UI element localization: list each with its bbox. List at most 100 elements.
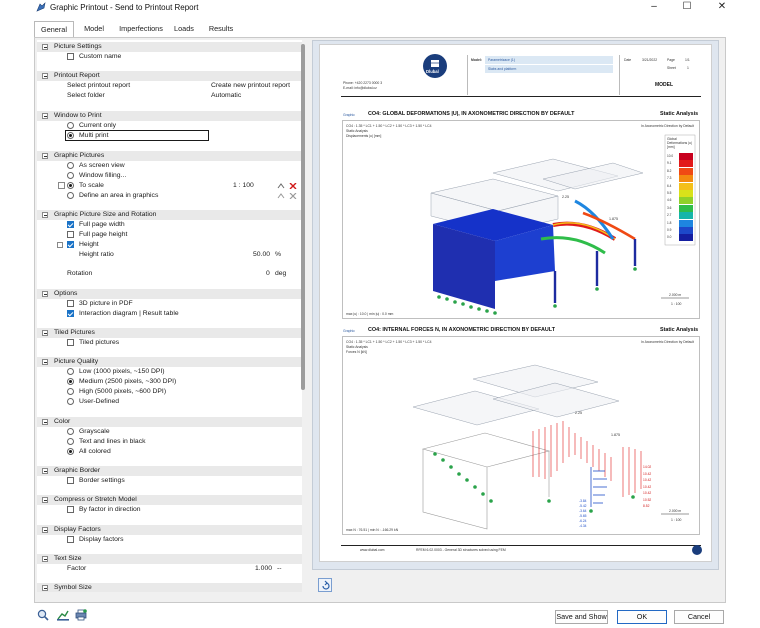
rotation-input[interactable]: 0 <box>266 269 270 279</box>
option-quality-medium[interactable]: Medium (2500 pixels, ~300 DPI) <box>37 377 302 387</box>
folder-select[interactable]: Automatic <box>211 91 241 101</box>
search-icon[interactable] <box>36 608 50 622</box>
option-3d-pdf[interactable]: 3D picture in PDF <box>37 299 302 309</box>
option-window-filling[interactable]: Window filling... <box>37 171 302 181</box>
option-height[interactable]: Height <box>37 240 302 250</box>
option-by-factor[interactable]: By factor in direction <box>37 505 302 515</box>
maximize-button[interactable]: ☐ <box>678 1 696 13</box>
interaction-checkbox[interactable] <box>67 310 74 317</box>
option-tiled-pictures[interactable]: Tiled pictures <box>37 338 302 348</box>
collapse-icon[interactable] <box>42 291 48 297</box>
option-define-area[interactable]: Define an area in graphics <box>37 191 302 201</box>
group-graphic-pictures[interactable]: Graphic Pictures <box>37 151 302 161</box>
refresh-preview-button[interactable] <box>318 578 332 592</box>
row-select-printout-report[interactable]: Select printout report Create new printo… <box>37 81 302 91</box>
option-interaction-diagram[interactable]: Interaction diagram | Result table <box>37 309 302 319</box>
quality-user-radio[interactable] <box>67 398 74 405</box>
collapse-icon[interactable] <box>42 419 48 425</box>
collapse-icon[interactable] <box>42 44 48 50</box>
option-as-screen-view[interactable]: As screen view <box>37 161 302 171</box>
printout-report-select[interactable]: Create new printout report <box>211 81 290 91</box>
expand-icon[interactable] <box>58 182 65 189</box>
tab-loads[interactable]: Loads <box>170 21 198 37</box>
text-factor-input[interactable]: 1.000 <box>255 564 272 574</box>
group-graphic-border[interactable]: Graphic Border <box>37 466 302 476</box>
collapse-icon[interactable] <box>42 468 48 474</box>
group-text-size[interactable]: Text Size <box>37 554 302 564</box>
group-color[interactable]: Color <box>37 417 302 427</box>
option-display-factors[interactable]: Display factors <box>37 535 302 545</box>
group-window-to-print[interactable]: Window to Print <box>37 111 302 121</box>
tab-results[interactable]: Results <box>204 21 238 37</box>
option-grayscale[interactable]: Grayscale <box>37 427 302 437</box>
pick-icon[interactable] <box>277 183 285 189</box>
height-ratio-input[interactable]: 50.00 <box>253 250 270 260</box>
group-tiled-pictures[interactable]: Tiled Pictures <box>37 328 302 338</box>
text-black-radio[interactable] <box>67 438 74 445</box>
row-height-ratio[interactable]: Height ratio 50.00 % <box>37 250 302 260</box>
option-border-settings[interactable]: Border settings <box>37 476 302 486</box>
group-printout-report[interactable]: Printout Report <box>37 71 302 81</box>
option-full-height[interactable]: Full page height <box>37 230 302 240</box>
collapse-icon[interactable] <box>42 153 48 159</box>
option-text-black[interactable]: Text and lines in black <box>37 437 302 447</box>
print-icon[interactable] <box>74 608 88 622</box>
collapse-icon[interactable] <box>42 585 48 591</box>
collapse-icon[interactable] <box>42 330 48 336</box>
collapse-icon[interactable] <box>42 497 48 503</box>
all-colored-radio[interactable] <box>67 448 74 455</box>
tab-imperfections[interactable]: Imperfections <box>114 21 168 37</box>
quality-low-radio[interactable] <box>67 368 74 375</box>
collapse-icon[interactable] <box>42 113 48 119</box>
display-factors-checkbox[interactable] <box>67 536 74 543</box>
row-rotation[interactable]: Rotation 0 deg <box>37 269 302 279</box>
save-and-show-button[interactable]: Save and Show <box>555 610 608 624</box>
group-symbol-size[interactable]: Symbol Size <box>37 583 302 592</box>
option-all-colored[interactable]: All colored <box>37 447 302 457</box>
group-compress-stretch[interactable]: Compress or Stretch Model <box>37 495 302 505</box>
quality-high-radio[interactable] <box>67 388 74 395</box>
group-size-rotation[interactable]: Graphic Picture Size and Rotation <box>37 210 302 220</box>
quality-medium-radio[interactable] <box>67 378 74 385</box>
pdf-3d-checkbox[interactable] <box>67 300 74 307</box>
collapse-icon[interactable] <box>42 359 48 365</box>
full-width-checkbox[interactable] <box>67 221 74 228</box>
collapse-icon[interactable] <box>42 73 48 79</box>
by-factor-checkbox[interactable] <box>67 506 74 513</box>
option-custom-name[interactable]: Custom name <box>37 52 302 62</box>
group-display-factors[interactable]: Display Factors <box>37 525 302 535</box>
group-picture-settings[interactable]: Picture Settings <box>37 42 302 52</box>
option-quality-low[interactable]: Low (1000 pixels, ~150 DPI) <box>37 367 302 377</box>
tab-general[interactable]: General <box>34 21 74 38</box>
grayscale-radio[interactable] <box>67 428 74 435</box>
tree-scrollbar[interactable] <box>301 44 305 390</box>
pick-icon[interactable] <box>277 193 285 199</box>
tiled-pictures-checkbox[interactable] <box>67 339 74 346</box>
option-to-scale[interactable]: To scale 1 : 100 <box>37 181 302 191</box>
row-select-folder[interactable]: Select folder Automatic <box>37 91 302 101</box>
option-full-width[interactable]: Full page width <box>37 220 302 230</box>
close-button[interactable]: ✕ <box>713 1 731 13</box>
current-only-radio[interactable] <box>67 122 74 129</box>
full-height-checkbox[interactable] <box>67 231 74 238</box>
minimize-button[interactable]: – <box>645 1 663 13</box>
group-picture-quality[interactable]: Picture Quality <box>37 357 302 367</box>
as-screen-view-radio[interactable] <box>67 162 74 169</box>
custom-name-checkbox[interactable] <box>67 53 74 60</box>
tab-model[interactable]: Model <box>78 21 110 37</box>
to-scale-radio[interactable] <box>67 182 74 189</box>
option-quality-user[interactable]: User-Defined <box>37 397 302 407</box>
delete-icon[interactable] <box>289 193 297 199</box>
ok-button[interactable]: OK <box>617 610 667 624</box>
window-filling-radio[interactable] <box>67 172 74 179</box>
group-options[interactable]: Options <box>37 289 302 299</box>
delete-icon[interactable] <box>289 183 297 189</box>
border-settings-checkbox[interactable] <box>67 477 74 484</box>
row-text-factor[interactable]: Factor 1.000 -- <box>37 564 302 574</box>
scale-input[interactable]: 1 : 100 <box>233 181 254 191</box>
define-area-radio[interactable] <box>67 192 74 199</box>
collapse-icon[interactable] <box>57 242 63 248</box>
chart-arrow-icon[interactable] <box>56 608 70 622</box>
collapse-icon[interactable] <box>42 212 48 218</box>
collapse-icon[interactable] <box>42 527 48 533</box>
